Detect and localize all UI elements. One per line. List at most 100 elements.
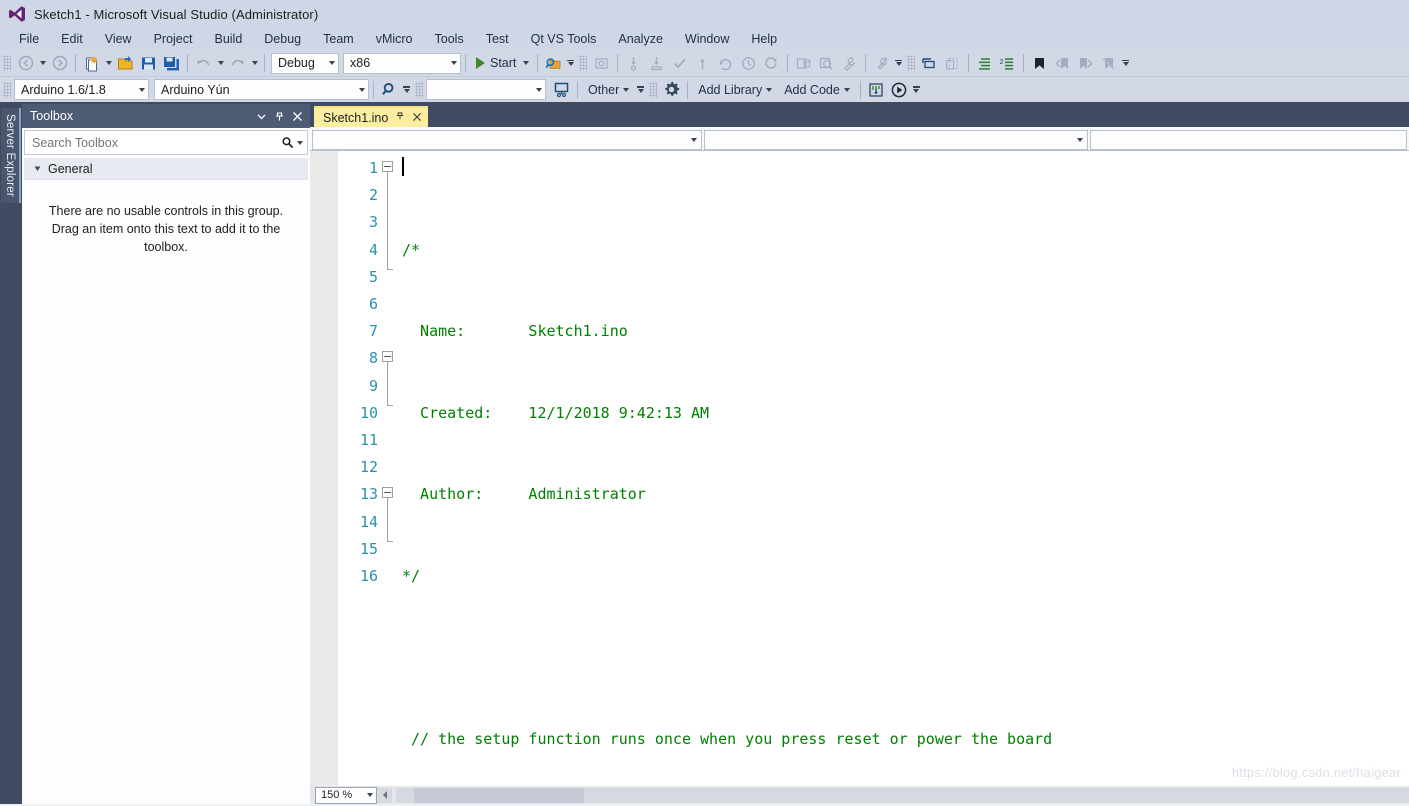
menu-item-debug[interactable]: Debug [253,30,312,48]
navigate-back-dropdown-icon[interactable] [37,52,48,74]
solution-configuration-select[interactable]: Debug [271,52,339,74]
menu-item-edit[interactable]: Edit [50,30,94,48]
step-out-icon[interactable] [691,52,714,74]
toolbar-grip[interactable] [3,81,11,98]
code-editor[interactable]: 1 2 3 4 5 6 7 8 9 10 11 12 13 14 15 16 /… [310,151,1409,786]
menu-item-test[interactable]: Test [475,30,520,48]
upload-run-icon[interactable] [888,79,911,101]
verify-compile-icon[interactable] [865,79,888,101]
start-debug-button[interactable]: Start [470,52,533,74]
scrollbar-thumb[interactable] [414,787,584,803]
arduino-board-select[interactable]: Arduino Yún [154,79,369,100]
comment-icon[interactable] [918,52,941,74]
close-icon[interactable] [288,107,306,125]
gear-icon[interactable] [660,79,683,101]
nav-member-select[interactable] [704,130,1088,150]
navigate-forward-icon[interactable] [48,52,71,74]
new-project-dropdown-icon[interactable] [103,52,114,74]
hscroll-left-arrow[interactable] [377,787,392,803]
menu-item-team[interactable]: Team [312,30,365,48]
toolbar-overflow-button[interactable] [635,79,646,101]
toolbar-overflow-button[interactable] [401,79,412,101]
add-code-button[interactable]: Add Code [778,79,856,101]
zoom-level-select[interactable]: 150 % [315,786,377,804]
menu-item-help[interactable]: Help [740,30,788,48]
outdent-icon[interactable]: 2 [996,52,1019,74]
menu-item-build[interactable]: Build [203,30,253,48]
menu-item-project[interactable]: Project [143,30,204,48]
pin-icon[interactable] [270,107,288,125]
bookmark-icon[interactable] [1028,52,1051,74]
gear-icon[interactable] [590,52,613,74]
toolbar-grip[interactable] [415,81,423,98]
outlining-margin[interactable] [378,151,400,786]
check-icon[interactable] [668,52,691,74]
find-in-files-icon[interactable] [542,52,565,74]
search-icon[interactable] [280,136,294,150]
pin-icon[interactable] [395,111,405,124]
refresh-icon[interactable] [760,52,783,74]
serial-monitor-icon[interactable] [550,79,573,101]
toolbar-overflow-button[interactable] [565,52,576,74]
next-bookmark-icon[interactable] [1074,52,1097,74]
magnifier-icon[interactable] [378,79,401,101]
tab-sketch1-ino[interactable]: Sketch1.ino [314,106,429,127]
arduino-port-select[interactable] [426,79,546,100]
toolbox-search-box[interactable] [24,130,308,155]
code-text-area[interactable]: /* Name: Sketch1.ino Created: 12/1/2018 … [400,151,1409,786]
chevron-down-icon[interactable] [252,107,270,125]
chevron-down-icon [367,793,373,797]
properties-window-icon[interactable] [815,52,838,74]
sidebar-item-server-explorer[interactable]: Server Explorer [1,108,21,203]
add-library-button[interactable]: Add Library [692,79,778,101]
uncomment-icon[interactable] [941,52,964,74]
menu-item-view[interactable]: View [94,30,143,48]
save-all-icon[interactable] [160,52,183,74]
nav-scope-select[interactable] [312,130,702,150]
redo-dropdown-icon[interactable] [249,52,260,74]
solution-explorer-icon[interactable] [792,52,815,74]
close-icon[interactable] [412,112,422,124]
solution-platform-select[interactable]: x86 [343,52,461,74]
menu-item-analyze[interactable]: Analyze [607,30,673,48]
toolbar-grip[interactable] [907,55,916,71]
fold-toggle-icon[interactable] [382,351,393,362]
arduino-ide-version-select[interactable]: Arduino 1.6/1.8 [14,79,149,100]
undo-history-icon[interactable] [714,52,737,74]
indent-icon[interactable] [973,52,996,74]
toolbar-overflow-button[interactable] [911,79,922,101]
other-menu-button[interactable]: Other [582,79,635,101]
undo-dropdown-icon[interactable] [215,52,226,74]
toolbar-grip[interactable] [579,55,588,71]
toolbar-grip[interactable] [649,81,658,98]
wrench-icon[interactable] [838,52,861,74]
prev-bookmark-icon[interactable] [1051,52,1074,74]
chevron-down-icon[interactable] [297,140,303,145]
toolbox-group-general[interactable]: General [24,158,308,180]
toolbar-overflow-button[interactable] [1120,52,1131,74]
nav-extra-select[interactable] [1090,130,1407,150]
new-project-icon[interactable] [80,52,103,74]
triangle-expander-icon[interactable] [33,164,42,173]
menu-item-window[interactable]: Window [674,30,740,48]
fold-toggle-icon[interactable] [382,487,393,498]
menu-item-vmicro[interactable]: vMicro [365,30,424,48]
undo-icon[interactable] [192,52,215,74]
save-icon[interactable] [137,52,160,74]
clock-history-icon[interactable] [737,52,760,74]
fold-toggle-icon[interactable] [382,161,393,172]
search-input[interactable] [32,135,280,150]
menu-item-qt-vs-tools[interactable]: Qt VS Tools [520,30,608,48]
step-over-icon[interactable] [645,52,668,74]
menu-item-file[interactable]: File [8,30,50,48]
redo-icon[interactable] [226,52,249,74]
menu-item-tools[interactable]: Tools [424,30,475,48]
toolbar-grip[interactable] [3,55,11,71]
step-into-icon[interactable] [622,52,645,74]
open-file-icon[interactable] [114,52,137,74]
toolbar-overflow-button[interactable] [893,52,904,74]
navigate-back-icon[interactable] [14,52,37,74]
clear-bookmarks-icon[interactable] [1097,52,1120,74]
tool-options-icon[interactable] [870,52,893,74]
horizontal-scrollbar[interactable] [396,787,1409,803]
